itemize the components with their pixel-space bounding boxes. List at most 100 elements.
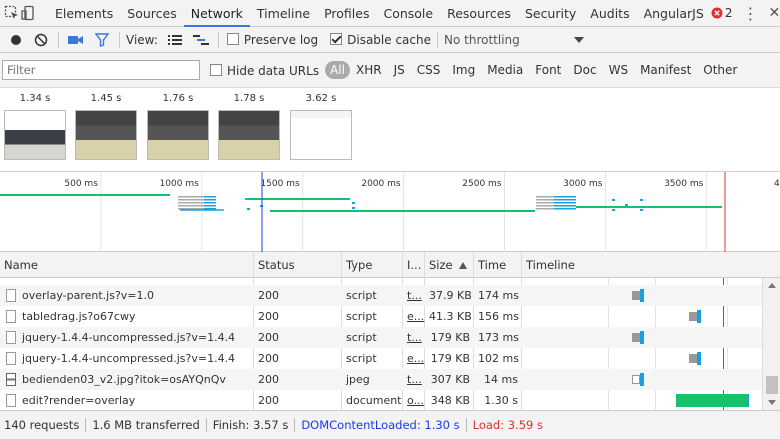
filter-type-media[interactable]: Media — [481, 63, 529, 77]
frame-thumbnail — [147, 110, 209, 160]
error-badge[interactable]: 2 — [711, 6, 733, 20]
clear-icon[interactable] — [30, 33, 52, 47]
tab-network[interactable]: Network — [183, 0, 250, 27]
disable-cache-checkbox[interactable]: Disable cache — [330, 32, 431, 47]
capture-screenshots-icon[interactable] — [65, 34, 87, 46]
overview-tick-label: 3000 ms — [563, 179, 603, 189]
cell-type: script — [342, 327, 403, 348]
filter-input[interactable] — [2, 60, 200, 80]
toolbar-separator — [58, 31, 59, 48]
column-size[interactable]: Size — [425, 252, 474, 278]
filter-type-img[interactable]: Img — [446, 63, 481, 77]
overview-tick-label: 1000 ms — [160, 179, 200, 189]
tab-angularjs[interactable]: AngularJS — [637, 0, 711, 27]
column-status-label: Status — [258, 258, 295, 272]
overview-tick-label: 500 ms — [64, 179, 98, 189]
filmstrip-frame[interactable]: 3.62 s — [290, 93, 352, 160]
waterfall-overview-icon[interactable] — [190, 34, 212, 46]
filter-type-manifest[interactable]: Manifest — [634, 63, 697, 77]
request-type: jpeg — [346, 373, 370, 386]
column-initiator[interactable]: I... — [403, 252, 425, 278]
column-status[interactable]: Status — [254, 252, 342, 278]
more-options-icon[interactable]: ⋮ — [742, 0, 758, 27]
preserve-log-checkbox[interactable]: Preserve log — [226, 32, 318, 47]
cell-time: 174 ms — [474, 285, 522, 306]
column-type[interactable]: Type — [342, 252, 403, 278]
filter-type-ws[interactable]: WS — [603, 63, 634, 77]
frame-thumbnail — [218, 110, 280, 160]
column-timeline[interactable]: Timeline — [522, 252, 780, 278]
request-size: 41.3 KB — [429, 310, 472, 323]
table-row[interactable] — [0, 278, 762, 285]
tab-sources[interactable]: Sources — [120, 0, 183, 27]
timing-receive-bar — [643, 373, 645, 386]
tab-elements[interactable]: Elements — [48, 0, 120, 27]
frame-time: 1.45 s — [90, 93, 122, 104]
tab-audits[interactable]: Audits — [583, 0, 636, 27]
filter-icon[interactable] — [91, 32, 113, 47]
overview-tick-label: 1500 ms — [260, 179, 300, 189]
cell-size: 41.3 KB — [425, 306, 474, 327]
transferred-size: 1.6 MB transferred — [92, 418, 200, 432]
frame-time: 1.78 s — [233, 93, 265, 104]
filter-type-xhr[interactable]: XHR — [350, 63, 388, 77]
table-row[interactable]: jquery-1.4.4-uncompressed.js?v=1.4.4 200 s… — [0, 348, 762, 369]
scroll-thumb — [766, 376, 778, 394]
tab-timeline[interactable]: Timeline — [250, 0, 317, 27]
cell-name: jquery-1.4.4-uncompressed.js?v=1.4.4 — [0, 348, 254, 369]
filter-type-font[interactable]: Font — [529, 63, 567, 77]
devtools-tabbar: Elements Sources Network Timeline Profiles Co… — [0, 0, 780, 27]
filter-type-all[interactable]: All — [325, 61, 350, 79]
table-row[interactable]: tabledrag.js?o67cwy 200 script e... 41.3 KB 1… — [0, 306, 762, 327]
device-mode-icon[interactable] — [20, 0, 36, 27]
network-overview[interactable]: 500 ms 1000 ms 1500 ms 2000 ms 2500 ms 3000 m… — [0, 172, 780, 252]
filmstrip-frame[interactable]: 1.78 s — [218, 93, 280, 160]
column-time[interactable]: Time — [474, 252, 522, 278]
overview-request-bar — [554, 199, 576, 201]
throttling-select[interactable]: No throttling — [444, 33, 584, 47]
large-rows-icon[interactable] — [164, 34, 186, 46]
table-row[interactable]: overlay-parent.js?v=1.0 200 script t... 37.9… — [0, 285, 762, 306]
table-row[interactable]: jquery-1.4.4-uncompressed.js?v=1.4.4 200 s… — [0, 327, 762, 348]
filter-type-other[interactable]: Other — [697, 63, 743, 77]
overview-request-bar — [178, 199, 204, 201]
request-time: 102 ms — [478, 352, 519, 365]
overview-request-bar — [536, 196, 554, 198]
request-initiator: e... — [407, 352, 425, 365]
vertical-scrollbar[interactable] — [762, 278, 780, 410]
filter-type-js[interactable]: JS — [388, 63, 411, 77]
timing-receive-bar — [642, 289, 644, 302]
overview-request-bar — [204, 205, 216, 207]
table-row[interactable]: bedienden03_v2.jpg?itok=osAYQnQv 200 jpeg t… — [0, 369, 762, 390]
filmstrip-frame[interactable]: 1.76 s — [147, 93, 209, 160]
inspect-element-icon[interactable] — [4, 0, 20, 27]
column-name[interactable]: Name — [0, 252, 254, 278]
preserve-log-box[interactable] — [226, 33, 239, 45]
disable-cache-box[interactable] — [330, 33, 343, 45]
file-icon — [6, 330, 16, 344]
cell-status: 200 — [254, 390, 342, 410]
tab-resources[interactable]: Resources — [440, 0, 518, 27]
file-icon — [6, 351, 16, 365]
record-icon[interactable] — [6, 34, 26, 46]
hide-data-urls-box[interactable] — [210, 63, 222, 76]
filter-type-doc[interactable]: Doc — [567, 63, 602, 77]
status-separator — [205, 418, 207, 432]
request-size: 179 KB — [430, 352, 470, 365]
view-label: View: — [126, 32, 158, 47]
error-count: 2 — [724, 6, 733, 20]
close-devtools-icon[interactable]: ✕ — [768, 0, 780, 27]
filmstrip-frame[interactable]: 1.34 s — [4, 93, 66, 160]
load-time: Load: 3.59 s — [472, 418, 544, 432]
filmstrip-frame[interactable]: 1.45 s — [75, 93, 137, 160]
tab-console[interactable]: Console — [376, 0, 440, 27]
table-row[interactable]: edit?render=overlay 200 document o... 348 KB… — [0, 390, 762, 410]
hide-data-urls-checkbox[interactable]: Hide data URLs — [210, 63, 319, 78]
filter-type-css[interactable]: CSS — [411, 63, 447, 77]
cell-status: 200 — [254, 285, 342, 306]
timing-receive-bar — [747, 394, 749, 407]
overview-tick-label: 4 — [774, 179, 780, 189]
overview-request-bar — [352, 207, 355, 209]
tab-security[interactable]: Security — [518, 0, 583, 27]
tab-profiles[interactable]: Profiles — [317, 0, 376, 27]
